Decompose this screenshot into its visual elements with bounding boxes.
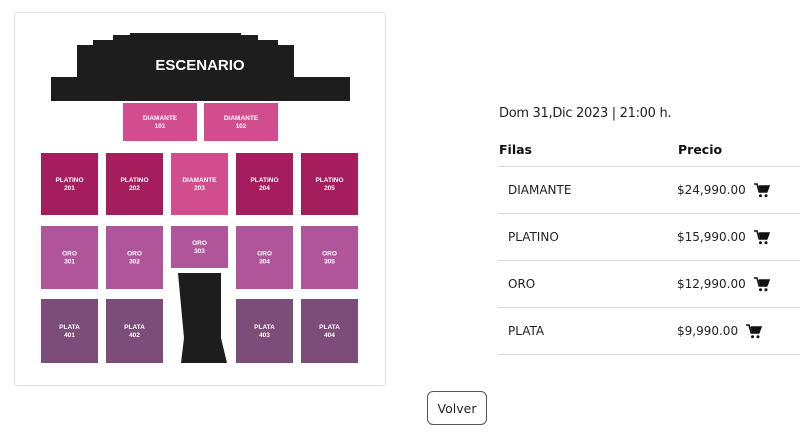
price-value: $24,990.00 xyxy=(677,183,746,197)
cart-icon[interactable] xyxy=(746,323,763,339)
seat-zone-shape[interactable] xyxy=(106,299,163,363)
seat-zone-shape[interactable] xyxy=(301,226,358,289)
seat-zone-name: DIAMANTE xyxy=(224,115,259,122)
seat-zone-name: ORO xyxy=(322,251,337,258)
seat-zone-name: PLATINO xyxy=(55,177,83,184)
cart-icon[interactable] xyxy=(753,276,770,292)
seat-zone-number: 101 xyxy=(155,123,166,130)
cart-icon[interactable] xyxy=(753,182,770,198)
seat-zone-name: PLATINO xyxy=(120,177,148,184)
seat-zone-305[interactable]: ORO305 xyxy=(301,226,358,289)
seat-zone-name: DIAMANTE xyxy=(182,177,217,184)
price-cell: $24,990.00 xyxy=(677,166,800,214)
zone-name: DIAMANTE xyxy=(498,166,677,214)
seat-zone-202[interactable]: PLATINO202 xyxy=(106,153,163,215)
seat-zone-shape[interactable] xyxy=(123,103,197,141)
table-row: PLATINO $15,990.00 xyxy=(498,213,800,261)
price-cell: $15,990.00 xyxy=(677,213,800,261)
seat-zone-number: 304 xyxy=(259,259,270,266)
seat-zone-number: 203 xyxy=(194,185,205,192)
seat-zone-404[interactable]: PLATA404 xyxy=(301,299,358,363)
seat-zone-name: PLATA xyxy=(319,324,340,331)
seat-zone-102[interactable]: DIAMANTE102 xyxy=(204,103,278,141)
seat-zone-shape[interactable] xyxy=(41,299,98,363)
price-value: $9,990.00 xyxy=(677,324,739,338)
seat-zone-number: 202 xyxy=(129,185,140,192)
stage: ESCENARIO xyxy=(51,33,350,101)
seat-zone-shape[interactable] xyxy=(171,226,228,268)
seat-zone-shape[interactable] xyxy=(301,299,358,363)
seat-zone-number: 204 xyxy=(259,185,270,192)
seat-zone-name: DIAMANTE xyxy=(143,115,178,122)
zone-name: PLATA xyxy=(498,307,677,355)
seat-zone-number: 301 xyxy=(64,259,75,266)
seat-zone-number: 305 xyxy=(324,259,335,266)
price-value: $12,990.00 xyxy=(677,277,746,291)
seat-zone-name: PLATINO xyxy=(250,177,278,184)
seat-zone-302[interactable]: ORO302 xyxy=(106,226,163,289)
price-cell: $12,990.00 xyxy=(677,260,800,308)
table-row: PLATA $9,990.00 xyxy=(498,307,800,355)
seat-zone-shape[interactable] xyxy=(236,226,293,289)
seat-zone-name: ORO xyxy=(62,251,77,258)
seat-zone-name: ORO xyxy=(192,240,207,247)
price-cell: $9,990.00 xyxy=(677,307,800,355)
table-header-row: Filas Precio xyxy=(498,136,800,167)
zone-name: ORO xyxy=(498,260,677,308)
seat-zone-shape[interactable] xyxy=(106,226,163,289)
cart-icon[interactable] xyxy=(753,229,770,245)
seat-zone-304[interactable]: ORO304 xyxy=(236,226,293,289)
seat-zone-403[interactable]: PLATA403 xyxy=(236,299,293,363)
seat-zone-301[interactable]: ORO301 xyxy=(41,226,98,289)
venue-map-card: ESCENARIO DIAMANTE 101 DIAMANTE 102 PLATINO 2… xyxy=(14,12,386,386)
seat-zone-name: PLATA xyxy=(254,324,275,331)
zone-name: PLATINO xyxy=(498,213,677,261)
seat-zone-number: 402 xyxy=(129,332,140,339)
seat-zone-201[interactable]: PLATINO201 xyxy=(41,153,98,215)
seat-zone-203[interactable]: DIAMANTE203 xyxy=(171,153,228,215)
price-value: $15,990.00 xyxy=(677,230,746,244)
seat-zone-name: ORO xyxy=(257,251,272,258)
seat-zone-shape[interactable] xyxy=(106,153,163,215)
back-button[interactable]: Volver xyxy=(427,391,487,425)
seat-zone-shape[interactable] xyxy=(41,153,98,215)
seat-zone-number: 303 xyxy=(194,248,205,255)
seat-zone-number: 403 xyxy=(259,332,270,339)
seat-zone-number: 302 xyxy=(129,259,140,266)
header-price: Precio xyxy=(677,136,800,167)
seat-zone-number: 404 xyxy=(324,332,335,339)
seat-zone-name: PLATINO xyxy=(315,177,343,184)
seat-zone-shape[interactable] xyxy=(204,103,278,141)
seat-zone-number: 201 xyxy=(64,185,75,192)
price-table: Filas Precio DIAMANTE $24,990.00 PLATINO… xyxy=(498,136,800,355)
seat-zone-303[interactable]: ORO303 xyxy=(171,226,228,268)
seat-zone-name: ORO xyxy=(127,251,142,258)
stage-label: ESCENARIO xyxy=(155,57,245,74)
seat-zone-402[interactable]: PLATA402 xyxy=(106,299,163,363)
seat-zone-name: PLATA xyxy=(59,324,80,331)
seat-zone-name: PLATA xyxy=(124,324,145,331)
table-row: DIAMANTE $24,990.00 xyxy=(498,166,800,214)
seat-zone-shape[interactable] xyxy=(236,153,293,215)
seat-zone-number: 102 xyxy=(236,123,247,130)
header-rows: Filas xyxy=(498,136,677,167)
seat-zone-204[interactable]: PLATINO204 xyxy=(236,153,293,215)
seat-zone-205[interactable]: PLATINO205 xyxy=(301,153,358,215)
seat-zone-number: 205 xyxy=(324,185,335,192)
seat-zone-shape[interactable] xyxy=(236,299,293,363)
seat-zone-101[interactable]: DIAMANTE101 xyxy=(123,103,197,141)
table-row: ORO $12,990.00 xyxy=(498,260,800,308)
venue-map: ESCENARIO DIAMANTE101DIAMANTE102PLATINO2… xyxy=(41,33,358,363)
seat-zone-number: 401 xyxy=(64,332,75,339)
seat-zone-shape[interactable] xyxy=(171,153,228,215)
seat-zone-shape[interactable] xyxy=(301,153,358,215)
seat-zone-401[interactable]: PLATA401 xyxy=(41,299,98,363)
seat-zone-shape[interactable] xyxy=(41,226,98,289)
floor-pit xyxy=(178,273,227,363)
event-date-time: Dom 31,Dic 2023 | 21:00 h. xyxy=(499,106,672,121)
